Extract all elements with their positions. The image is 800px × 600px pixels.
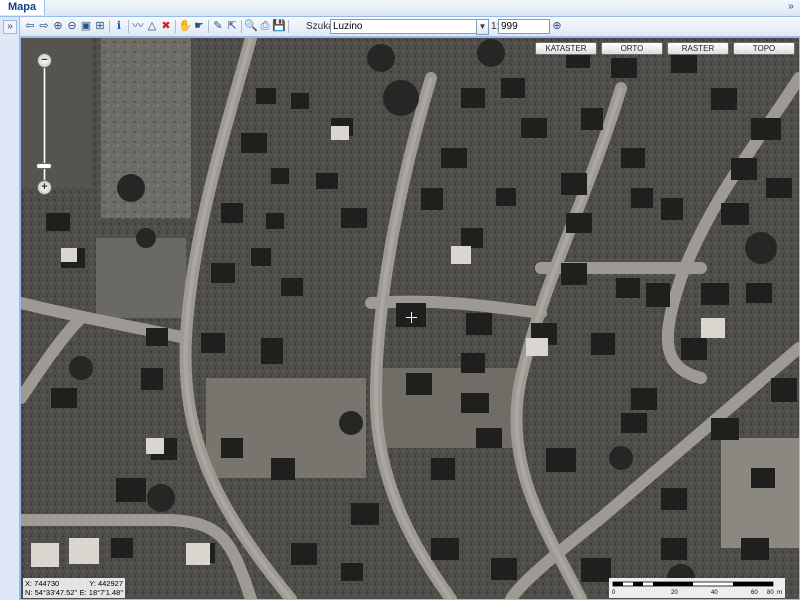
- measure-line-icon[interactable]: 〰: [131, 19, 145, 33]
- toolbar-separator: [175, 20, 176, 33]
- layer-button-orto[interactable]: ORTO: [601, 42, 663, 55]
- zoom-box-icon[interactable]: ▣: [79, 19, 93, 33]
- layer-button-topo[interactable]: TOPO: [733, 42, 795, 55]
- scale-bar-graphic: [612, 581, 774, 587]
- coord-x: X: 744730: [25, 579, 60, 588]
- scale-tick-label: 0: [612, 590, 616, 596]
- scale-bar: 0 20 40 60 80 m: [609, 578, 785, 598]
- export-icon[interactable]: ⇱: [225, 19, 239, 33]
- double-chevron-down-icon[interactable]: »: [786, 2, 796, 12]
- pan-hand-icon[interactable]: ✋: [178, 19, 192, 33]
- print-icon[interactable]: ⎙: [258, 19, 272, 33]
- coord-y: Y: 442927: [89, 579, 123, 588]
- tab-bar: Mapa »: [0, 0, 800, 17]
- info-icon[interactable]: ℹ: [112, 19, 126, 33]
- scale-tick-label: 60: [751, 590, 758, 596]
- toolbar-separator: [128, 20, 129, 33]
- zoom-slider-handle[interactable]: [36, 163, 52, 169]
- scale-input[interactable]: 999: [498, 19, 550, 34]
- collapsed-side-panel: »: [0, 17, 20, 600]
- toolbar-separator: [288, 20, 289, 33]
- map-view[interactable]: KATASTER ORTO RASTER TOPO − + X: 744730 …: [20, 37, 800, 600]
- edit-icon[interactable]: ✎: [211, 19, 225, 33]
- scale-tick-label: 80: [767, 590, 774, 596]
- full-extent-icon[interactable]: ⊞: [93, 19, 107, 33]
- zoom-in-button[interactable]: +: [37, 180, 52, 195]
- zoom-out-button[interactable]: −: [37, 53, 52, 68]
- chevron-down-icon[interactable]: ▼: [476, 19, 489, 35]
- scale-tick-label: 40: [711, 590, 718, 596]
- zoom-in-icon[interactable]: ⊕: [51, 19, 65, 33]
- zoom-out-icon[interactable]: ⊖: [65, 19, 79, 33]
- toolbar-separator: [241, 20, 242, 33]
- map-toolbar: ⇦ ⇨ ⊕ ⊖ ▣ ⊞ ℹ 〰 △ ✖ ✋ ☛ ✎ ⇱ 🔍 ⎙ 💾 Szukaj…: [20, 17, 800, 37]
- crosshair-icon: [406, 312, 417, 323]
- tab-mapa[interactable]: Mapa: [0, 0, 46, 15]
- toolbar-separator: [208, 20, 209, 33]
- double-chevron-right-icon[interactable]: »: [3, 20, 17, 34]
- coord-e: E: 18°7'1.48": [79, 588, 123, 597]
- toolbar-separator: [109, 20, 110, 33]
- search-icon[interactable]: 🔍: [244, 19, 258, 33]
- scale-unit: m: [777, 590, 782, 596]
- search-input[interactable]: Luzino: [330, 19, 480, 34]
- arrow-right-icon[interactable]: ⇨: [37, 19, 51, 33]
- arrow-left-icon[interactable]: ⇦: [23, 19, 37, 33]
- zoom-slider: − +: [36, 53, 52, 195]
- layer-button-raster[interactable]: RASTER: [667, 42, 729, 55]
- measure-area-icon[interactable]: △: [145, 19, 159, 33]
- layer-button-kataster[interactable]: KATASTER: [535, 42, 597, 55]
- save-icon[interactable]: 💾: [272, 19, 286, 33]
- select-icon[interactable]: ☛: [192, 19, 206, 33]
- coord-n: N: 54°33'47.52": [25, 588, 78, 597]
- zoom-to-scale-icon[interactable]: ⊕: [550, 19, 564, 33]
- clear-measure-icon[interactable]: ✖: [159, 19, 173, 33]
- scale-tick-label: 20: [671, 590, 678, 596]
- coordinate-readout: X: 744730 Y: 442927 N: 54°33'47.52" E: 1…: [23, 578, 125, 598]
